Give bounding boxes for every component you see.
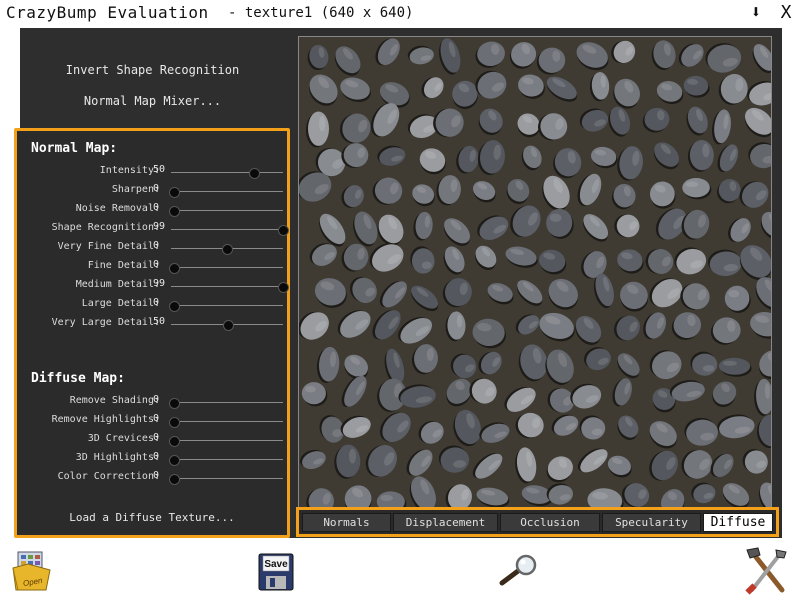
intensity-value: 50 bbox=[153, 164, 166, 175]
normal-map-heading: Normal Map: bbox=[31, 141, 118, 156]
3d-highlights-slider-knob[interactable] bbox=[169, 455, 181, 466]
very-fine-detail-value: 0 bbox=[153, 240, 160, 251]
save-icon[interactable]: Save bbox=[258, 553, 294, 595]
very-fine-detail-slider-row: Very Fine Detail: 0 bbox=[17, 239, 287, 257]
3d-crevices-value: 0 bbox=[153, 432, 160, 443]
open-icon[interactable]: Open bbox=[10, 548, 54, 598]
pebble-texture-image bbox=[299, 37, 771, 507]
very-large-detail-label: Very Large Detail: bbox=[51, 317, 160, 328]
parameter-panel: Normal Map: Intensity: 50 Sharpen: 0 Noise R… bbox=[14, 128, 290, 538]
intensity-label: Intensity: bbox=[99, 165, 160, 176]
shape-recognition-slider-track[interactable] bbox=[171, 229, 283, 230]
close-icon[interactable]: X bbox=[775, 2, 797, 24]
medium-detail-slider-track[interactable] bbox=[171, 286, 283, 287]
remove-highlights-slider-row: Remove Highlights: 0 bbox=[17, 412, 287, 430]
remove-shading-value: 0 bbox=[153, 394, 160, 405]
magnifier-icon[interactable] bbox=[498, 553, 544, 591]
fine-detail-slider-row: Fine Detail: 0 bbox=[17, 258, 287, 276]
fine-detail-slider-track[interactable] bbox=[171, 267, 283, 268]
noise-removal-slider-row: Noise Removal: 0 bbox=[17, 201, 287, 219]
noise-removal-slider-track[interactable] bbox=[171, 210, 283, 211]
sharpen-slider-row: Sharpen: 0 bbox=[17, 182, 287, 200]
fine-detail-label: Fine Detail: bbox=[87, 260, 160, 271]
tab-occlusion[interactable]: Occlusion bbox=[500, 513, 600, 532]
sharpen-slider-track[interactable] bbox=[171, 191, 283, 192]
intensity-slider-track[interactable] bbox=[171, 172, 283, 173]
download-arrow-icon[interactable]: ⬇ bbox=[745, 2, 767, 24]
intensity-slider-row: Intensity: 50 bbox=[17, 163, 287, 181]
svg-text:Save: Save bbox=[264, 559, 288, 570]
tab-specularity[interactable]: Specularity bbox=[602, 513, 701, 532]
3d-crevices-slider-row: 3D Crevices: 0 bbox=[17, 431, 287, 449]
remove-shading-slider-track[interactable] bbox=[171, 402, 283, 403]
color-correction-slider-knob[interactable] bbox=[169, 474, 181, 485]
options-area: Invert Shape Recognition Normal Map Mixe… bbox=[20, 28, 285, 128]
app-title: CrazyBump Evaluation bbox=[6, 3, 209, 22]
large-detail-slider-row: Large Detail: 0 bbox=[17, 296, 287, 314]
shape-recognition-label: Shape Recognition: bbox=[51, 222, 160, 233]
3d-crevices-label: 3D Crevices: bbox=[87, 433, 160, 444]
color-correction-value: 0 bbox=[153, 470, 160, 481]
very-large-detail-slider-row: Very Large Detail: 50 bbox=[17, 315, 287, 333]
texture-preview[interactable] bbox=[298, 36, 772, 508]
3d-highlights-slider-row: 3D Highlights: 0 bbox=[17, 450, 287, 468]
large-detail-slider-knob[interactable] bbox=[169, 301, 181, 312]
remove-highlights-slider-knob[interactable] bbox=[169, 417, 181, 428]
color-correction-slider-row: Color Correction: 0 bbox=[17, 469, 287, 487]
tools-settings-icon[interactable] bbox=[744, 546, 788, 600]
tab-diffuse[interactable]: Diffuse bbox=[703, 513, 773, 532]
normal-map-mixer-button[interactable]: Normal Map Mixer... bbox=[20, 94, 285, 108]
shape-recognition-slider-row: Shape Recognition: 99 bbox=[17, 220, 289, 238]
3d-highlights-label: 3D Highlights: bbox=[75, 452, 160, 463]
3d-highlights-slider-track[interactable] bbox=[171, 459, 283, 460]
noise-removal-value: 0 bbox=[153, 202, 160, 213]
color-correction-label: Color Correction: bbox=[57, 471, 160, 482]
fine-detail-value: 0 bbox=[153, 259, 160, 270]
title-bar: CrazyBump Evaluation - texture1 (640 x 6… bbox=[0, 0, 800, 28]
medium-detail-slider-row: Medium Detail: 99 bbox=[17, 277, 289, 295]
very-fine-detail-slider-knob[interactable] bbox=[222, 244, 233, 255]
remove-highlights-label: Remove Highlights: bbox=[51, 414, 160, 425]
remove-shading-slider-row: Remove Shading: 0 bbox=[17, 393, 287, 411]
map-tab-bar: Normals Displacement Occlusion Speculari… bbox=[296, 507, 779, 537]
medium-detail-slider-knob[interactable] bbox=[278, 282, 289, 293]
remove-shading-label: Remove Shading: bbox=[69, 395, 160, 406]
large-detail-value: 0 bbox=[153, 297, 160, 308]
intensity-slider-knob[interactable] bbox=[248, 168, 260, 179]
noise-removal-label: Noise Removal: bbox=[75, 203, 160, 214]
invert-shape-recognition-button[interactable]: Invert Shape Recognition bbox=[20, 63, 285, 77]
remove-highlights-slider-track[interactable] bbox=[171, 421, 283, 422]
very-large-detail-value: 50 bbox=[153, 316, 166, 327]
tab-normals[interactable]: Normals bbox=[302, 513, 391, 532]
color-correction-slider-track[interactable] bbox=[171, 478, 283, 479]
3d-crevices-slider-track[interactable] bbox=[171, 440, 283, 441]
medium-detail-value: 99 bbox=[153, 278, 166, 289]
fine-detail-slider-knob[interactable] bbox=[169, 263, 181, 274]
3d-crevices-slider-knob[interactable] bbox=[169, 436, 181, 447]
sharpen-value: 0 bbox=[153, 183, 160, 194]
sharpen-slider-knob[interactable] bbox=[169, 187, 181, 198]
document-title: - texture1 (640 x 640) bbox=[228, 5, 414, 21]
very-fine-detail-label: Very Fine Detail: bbox=[57, 241, 160, 252]
large-detail-slider-track[interactable] bbox=[171, 305, 283, 306]
shape-recognition-slider-knob[interactable] bbox=[278, 225, 289, 236]
shape-recognition-value: 99 bbox=[153, 221, 166, 232]
diffuse-map-heading: Diffuse Map: bbox=[31, 371, 125, 386]
medium-detail-label: Medium Detail: bbox=[75, 279, 160, 290]
large-detail-label: Large Detail: bbox=[81, 298, 160, 309]
remove-highlights-value: 0 bbox=[153, 413, 160, 424]
remove-shading-slider-knob[interactable] bbox=[169, 398, 181, 409]
very-large-detail-slider-knob[interactable] bbox=[223, 320, 235, 331]
tab-displacement[interactable]: Displacement bbox=[393, 513, 498, 532]
noise-removal-slider-knob[interactable] bbox=[169, 206, 181, 217]
3d-highlights-value: 0 bbox=[153, 451, 160, 462]
load-diffuse-texture-button[interactable]: Load a Diffuse Texture... bbox=[17, 511, 287, 524]
